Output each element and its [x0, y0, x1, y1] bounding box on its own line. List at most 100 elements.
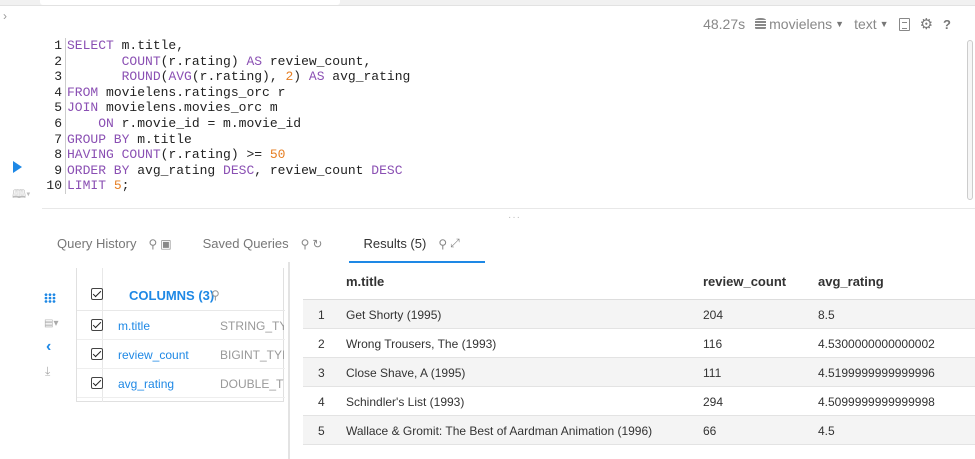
code-line[interactable]: LIMIT 5;	[67, 178, 410, 194]
panel-resizer[interactable]	[288, 262, 290, 459]
line-number: 7	[54, 131, 62, 147]
tab-label: Query History	[57, 236, 137, 251]
code-line[interactable]: ROUND(AVG(r.rating), 2) AS avg_rating	[67, 69, 411, 85]
select-all-checkbox[interactable]	[91, 288, 103, 300]
database-selector[interactable]: movielens ▼	[755, 16, 844, 32]
table-row[interactable]: 1 Get Shorty (1995) 204 8.5	[303, 300, 975, 329]
cell-title: Schindler's List (1993)	[346, 395, 465, 409]
row-index: 5	[318, 424, 325, 438]
code-line[interactable]: FROM movielens.ratings_orc r	[67, 85, 410, 101]
columns-title: COLUMNS (3)	[129, 288, 215, 303]
column-checkbox[interactable]	[91, 377, 103, 389]
code-token: (r.rating),	[191, 69, 286, 85]
search-icon[interactable]: ⚲	[211, 288, 220, 302]
code-line[interactable]: COUNT(r.rating) AS review_count,	[67, 54, 410, 70]
code-token: GROUP BY	[67, 131, 130, 147]
code-token: )	[293, 69, 309, 85]
line-number: 2	[54, 53, 62, 69]
code-token: avg_rating	[129, 162, 224, 178]
tab-results[interactable]: Results (5) ⚲ ⤢	[363, 236, 462, 251]
code-token: (r.rating) >=	[160, 147, 270, 163]
gear-icon[interactable]: ⚙	[920, 15, 933, 33]
chart-icon[interactable]: ▤▾	[44, 318, 58, 329]
cell-review-count: 66	[703, 424, 717, 438]
code-token: m.title	[129, 131, 192, 147]
refresh-icon[interactable]: ↻	[312, 237, 325, 251]
search-icon[interactable]: ⚲	[438, 237, 450, 251]
column-name[interactable]: review_count	[118, 348, 189, 362]
header-review-count[interactable]: review_count	[703, 274, 786, 289]
line-number: 4	[54, 84, 62, 100]
column-row[interactable]: review_count BIGINT_TYI	[77, 340, 285, 369]
chevron-right-icon[interactable]: ›	[3, 9, 7, 23]
code-token: ON	[98, 115, 114, 131]
grid-icon[interactable]	[44, 293, 56, 303]
code-token: LIMIT	[67, 178, 107, 194]
cell-avg-rating: 4.5199999999999996	[818, 366, 935, 380]
header-title[interactable]: m.title	[346, 274, 384, 289]
format-selector[interactable]: text ▼	[854, 16, 889, 32]
line-number: 5	[54, 100, 62, 116]
tab-label: Results (5)	[363, 236, 427, 251]
table-row[interactable]: 5 Wallace & Gromit: The Best of Aardman …	[303, 416, 975, 445]
header-avg-rating[interactable]: avg_rating	[818, 274, 884, 289]
code-token: AS	[246, 53, 263, 69]
resize-handle[interactable]: ···	[508, 212, 521, 223]
table-row[interactable]: 2 Wrong Trousers, The (1993) 116 4.53000…	[303, 329, 975, 358]
code-area[interactable]: SELECT m.title, COUNT(r.rating) AS revie…	[65, 38, 410, 194]
code-token: movielens.movies_orc m	[98, 100, 278, 116]
chevron-left-icon[interactable]: ‹	[46, 338, 51, 356]
code-line[interactable]: ON r.movie_id = m.movie_id	[67, 116, 410, 132]
cell-avg-rating: 4.5300000000000002	[818, 337, 935, 351]
column-row[interactable]: m.title STRING_TY	[77, 311, 285, 340]
column-name[interactable]: m.title	[118, 319, 150, 333]
code-token: ROUND	[121, 69, 161, 85]
column-checkbox[interactable]	[91, 348, 103, 360]
code-token: HAVING	[67, 147, 114, 163]
book-icon[interactable]: 🕮▾	[12, 185, 31, 206]
cell-title: Get Shorty (1995)	[346, 308, 442, 322]
cell-review-count: 111	[703, 366, 722, 380]
cell-review-count: 116	[703, 337, 723, 351]
execution-time: 48.27s	[703, 16, 746, 32]
tab-query-history[interactable]: Query History ⚲ ▣	[57, 236, 175, 251]
editor-scrollbar[interactable]	[967, 40, 973, 200]
cell-avg-rating: 4.5	[818, 424, 835, 438]
play-icon[interactable]	[13, 161, 22, 173]
search-icon[interactable]: ⚲	[301, 237, 313, 251]
search-icon[interactable]: ⚲	[148, 237, 160, 251]
code-token: COUNT	[121, 53, 161, 69]
table-row[interactable]: 3 Close Shave, A (1995) 111 4.5199999999…	[303, 358, 975, 387]
code-token: SELECT	[67, 38, 114, 53]
column-name[interactable]: avg_rating	[118, 377, 174, 391]
code-line[interactable]: JOIN movielens.movies_orc m	[67, 100, 410, 116]
active-tab[interactable]	[40, 0, 340, 5]
code-line[interactable]: GROUP BY m.title	[67, 132, 410, 148]
calendar-icon[interactable]: ▣	[160, 237, 174, 251]
code-token: ;	[121, 178, 130, 194]
sql-editor[interactable]: 1 2 3 4 5 6 7 8 9 10 SELECT m.title, COUNT(r.rati…	[42, 38, 975, 200]
caret-down-icon: ▼	[879, 19, 889, 29]
document-icon[interactable]	[898, 17, 910, 31]
code-line[interactable]: SELECT m.title,	[67, 38, 410, 54]
code-line[interactable]: ORDER BY avg_rating DESC, review_count D…	[67, 163, 410, 179]
cell-title: Close Shave, A (1995)	[346, 366, 466, 380]
help-icon[interactable]: ?	[943, 17, 951, 32]
download-icon[interactable]: ⤓	[45, 364, 50, 379]
cell-review-count: 204	[703, 308, 724, 322]
line-number: 9	[54, 162, 62, 178]
code-token: , review_count	[254, 162, 372, 178]
collapse-icon[interactable]: ⤢	[450, 236, 463, 251]
database-icon	[755, 18, 767, 30]
code-line[interactable]: HAVING COUNT(r.rating) >= 50	[67, 147, 410, 163]
top-tab-strip	[0, 0, 975, 6]
column-row[interactable]: avg_rating DOUBLE_TY	[77, 369, 285, 398]
table-row[interactable]: 4 Schindler's List (1993) 294 4.50999999…	[303, 387, 975, 416]
column-checkbox[interactable]	[91, 319, 103, 331]
tab-saved-queries[interactable]: Saved Queries ⚲ ↻	[203, 236, 326, 251]
cell-title: Wrong Trousers, The (1993)	[346, 337, 497, 351]
